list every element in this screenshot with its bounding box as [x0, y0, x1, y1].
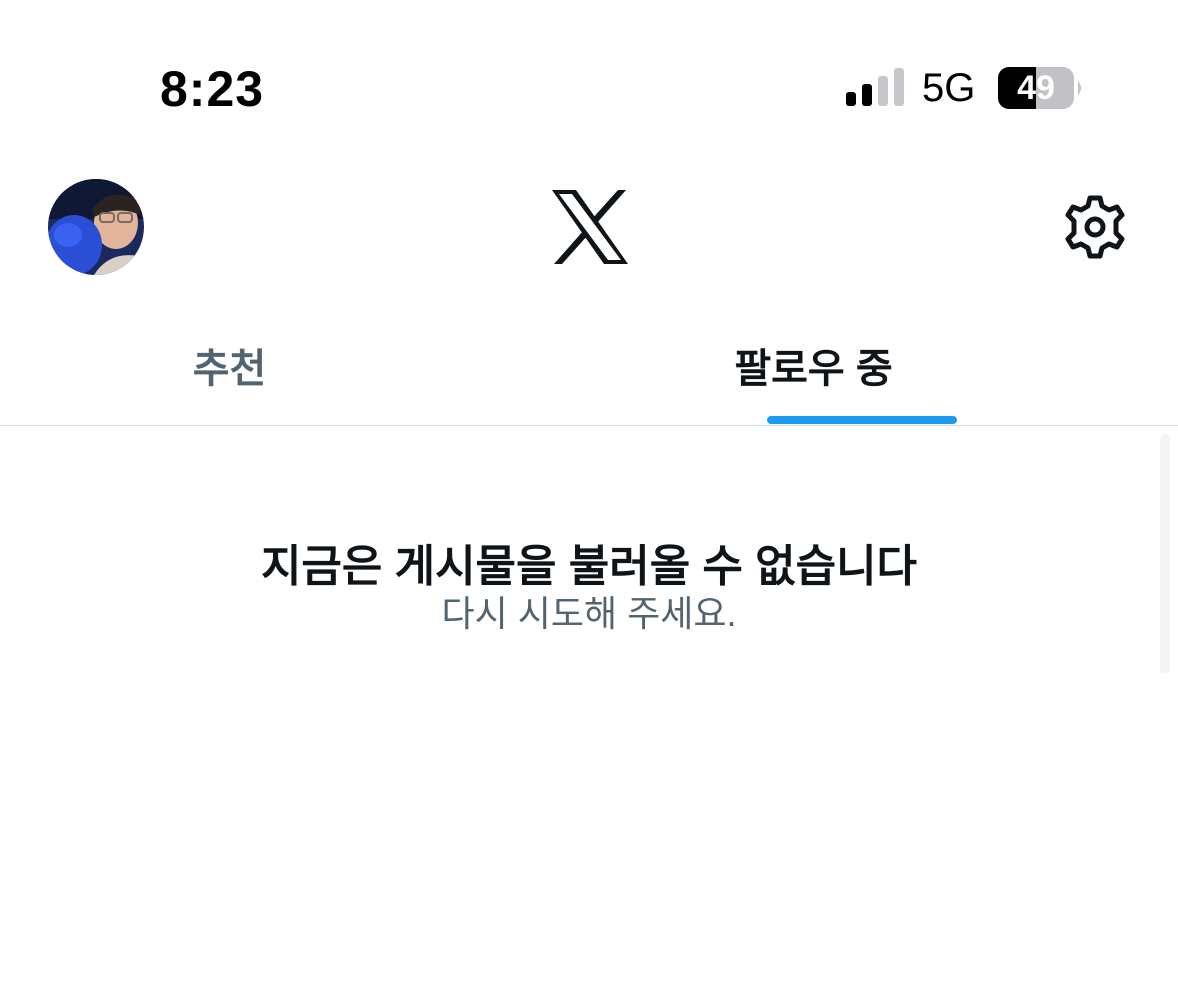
battery-level: 49 [1017, 69, 1055, 107]
tab-for-you[interactable]: 추천 [0, 316, 589, 426]
x-logo-icon [552, 190, 628, 264]
gear-icon[interactable] [1062, 194, 1128, 260]
avatar-image [48, 179, 144, 275]
tab-following-label: 팔로우 중 [734, 347, 893, 391]
tab-following[interactable]: 팔로우 중 [589, 316, 1178, 426]
active-tab-indicator [767, 416, 957, 424]
status-time: 8:23 [160, 61, 265, 117]
cellular-signal-icon [846, 68, 904, 106]
profile-avatar[interactable] [48, 179, 144, 275]
tabs-divider [0, 425, 1178, 426]
tab-for-you-label: 추천 [192, 347, 267, 391]
timeline-tabs: 추천 팔로우 중 [0, 316, 1178, 426]
empty-state-subtitle: 다시 시도해 주세요. [441, 593, 737, 634]
app-screen: 8:23 5G 49 추천 팔로우 중 지금은 게시물을 불러올 수 없습니다 … [0, 0, 1178, 1003]
network-type: 5G [922, 66, 976, 110]
